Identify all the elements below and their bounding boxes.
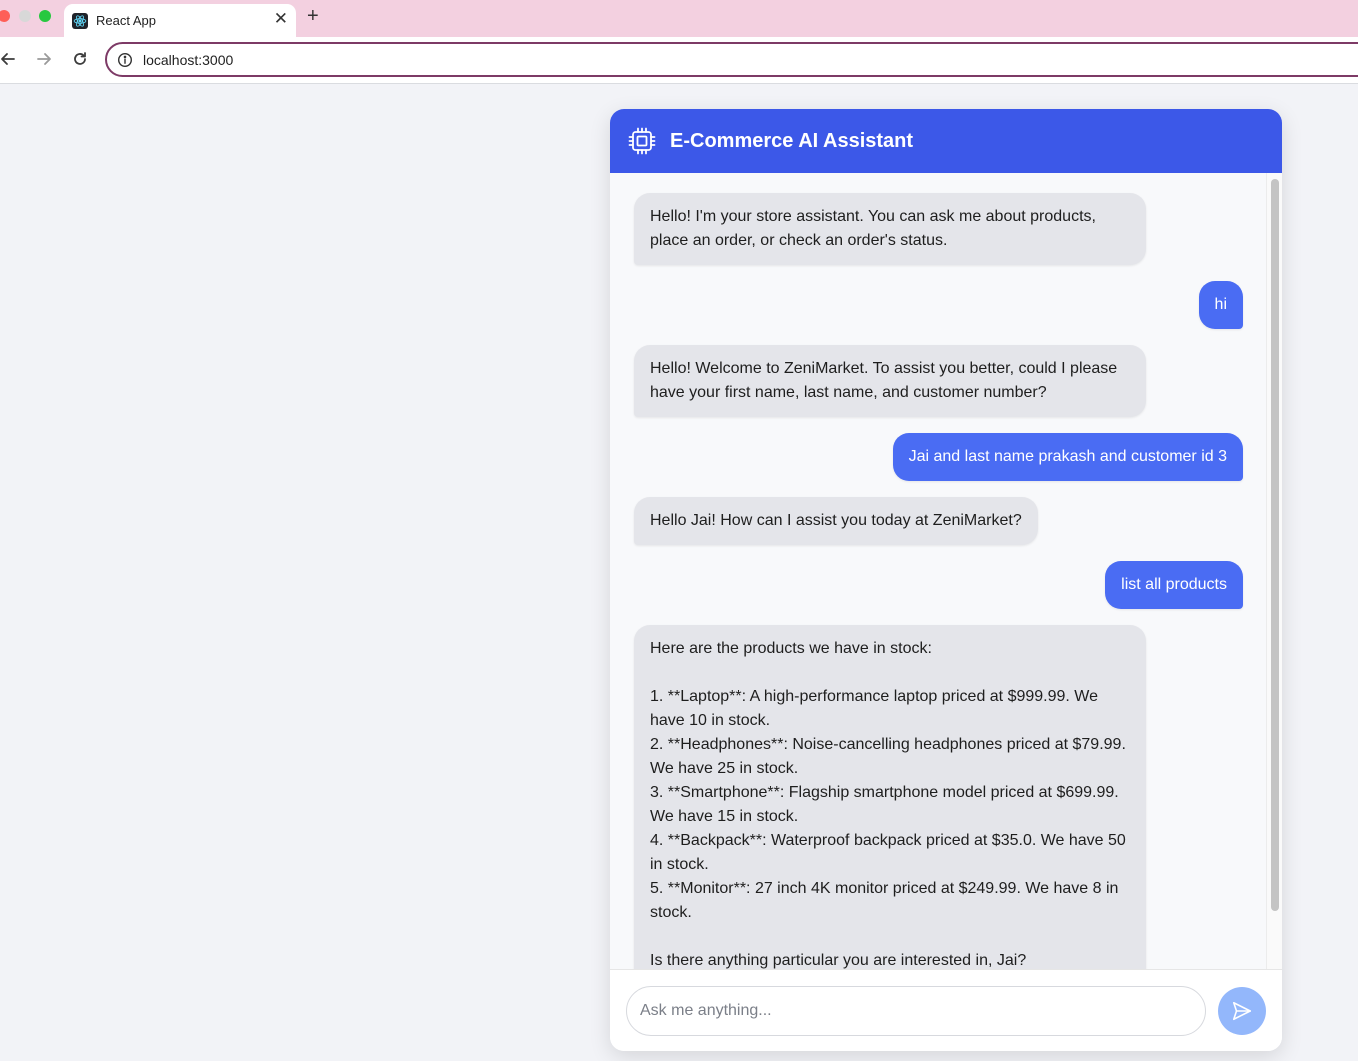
user-message: Jai and last name prakash and customer i… <box>892 433 1243 481</box>
address-bar[interactable]: localhost:3000 <box>105 42 1358 77</box>
user-message: list all products <box>1105 561 1243 609</box>
assistant-message: Hello Jai! How can I assist you today at… <box>634 497 1038 545</box>
user-message: hi <box>1198 281 1243 329</box>
address-url: localhost:3000 <box>143 52 234 68</box>
back-arrow-icon[interactable] <box>0 49 18 69</box>
chat-title: E-Commerce AI Assistant <box>670 129 914 152</box>
send-icon <box>1232 1001 1252 1021</box>
scrollbar-thumb[interactable] <box>1271 179 1279 911</box>
cpu-chip-icon <box>628 127 656 155</box>
message-list[interactable]: Hello! I'm your store assistant. You can… <box>610 173 1282 969</box>
browser-tab[interactable]: React App ✕ <box>64 4 296 37</box>
tab-title: React App <box>96 13 156 28</box>
reload-icon[interactable] <box>70 49 90 69</box>
react-favicon-icon <box>72 13 88 29</box>
window-minimize-button[interactable] <box>19 10 31 22</box>
chat-widget: E-Commerce AI Assistant Hello! I'm your … <box>610 109 1282 1051</box>
chat-input[interactable] <box>626 986 1206 1036</box>
assistant-message: Hello! Welcome to ZeniMarket. To assist … <box>634 345 1146 417</box>
browser-toolbar: localhost:3000 <box>0 37 1358 84</box>
window-close-button[interactable] <box>0 10 10 22</box>
window-maximize-button[interactable] <box>39 10 51 22</box>
chat-input-bar <box>610 969 1282 1051</box>
assistant-message: Here are the products we have in stock: … <box>634 625 1146 969</box>
forward-arrow-icon[interactable] <box>34 49 54 69</box>
tab-close-icon[interactable]: ✕ <box>274 10 288 28</box>
assistant-message: Hello! I'm your store assistant. You can… <box>634 193 1146 265</box>
browser-tab-bar: React App ✕ + <box>0 0 1358 37</box>
scrollbar[interactable] <box>1266 173 1282 969</box>
chat-header: E-Commerce AI Assistant <box>610 109 1282 173</box>
site-info-icon[interactable] <box>117 52 133 68</box>
new-tab-button[interactable]: + <box>307 4 319 28</box>
send-button[interactable] <box>1218 987 1266 1035</box>
